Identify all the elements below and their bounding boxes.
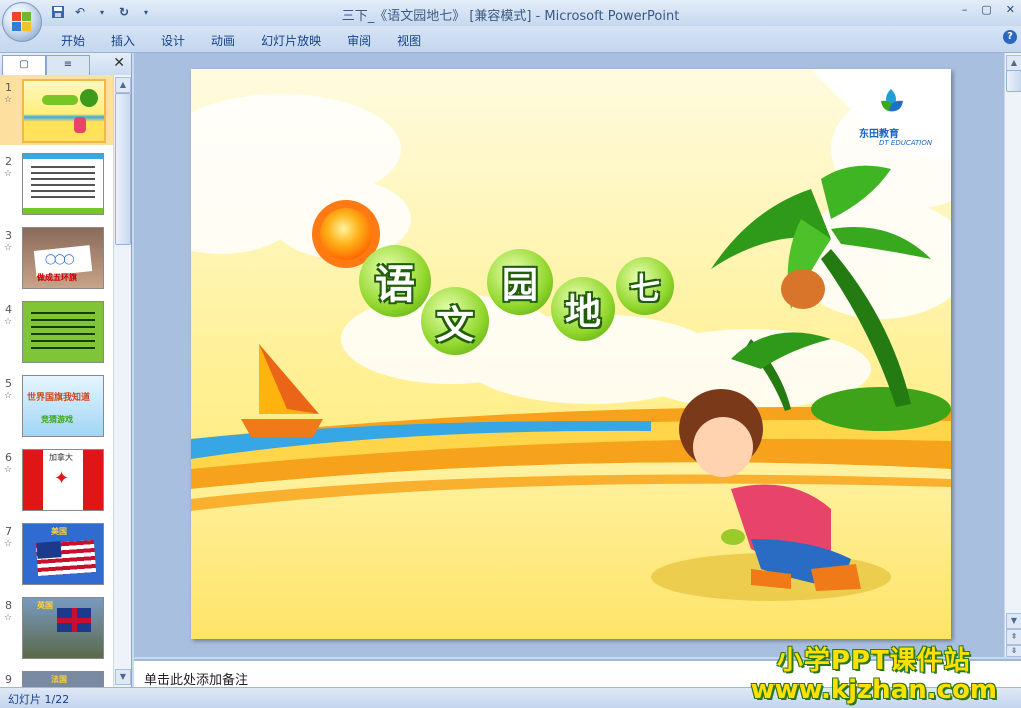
slide-thumbnail-2[interactable]: 2 ☆ bbox=[0, 149, 113, 219]
help-icon[interactable]: ? bbox=[1003, 30, 1017, 44]
title-char-5: 七 bbox=[616, 257, 674, 315]
tab-animations[interactable]: 动画 bbox=[198, 32, 248, 49]
watermark-title: 小学PPT课件站 bbox=[776, 646, 971, 676]
tab-outline[interactable]: ≡ bbox=[46, 55, 90, 75]
slide-thumbnail-9[interactable]: 9 法国 bbox=[0, 667, 113, 687]
tab-view[interactable]: 视图 bbox=[384, 32, 434, 49]
scroll-thumb[interactable] bbox=[115, 93, 131, 245]
slide-number: 1 bbox=[5, 81, 12, 94]
slide-canvas[interactable]: 语 文 园 地 七 东田教育 DT EDUCATION bbox=[191, 69, 951, 639]
animation-icon: ☆ bbox=[4, 243, 13, 253]
title-char-1: 语 bbox=[359, 245, 431, 317]
scroll-down-icon[interactable]: ▼ bbox=[1006, 613, 1021, 629]
tab-insert[interactable]: 插入 bbox=[98, 32, 148, 49]
slide-thumbnail-8[interactable]: 8 ☆ 英国 bbox=[0, 593, 113, 663]
tab-home[interactable]: 开始 bbox=[48, 32, 98, 49]
thumbnail-list: 1 ☆ 2 ☆ 3 ☆ ◯◯◯ 做成五环旗 4 ☆ 5 ☆ 世界国旗我知道 竞猜… bbox=[0, 75, 113, 687]
slide-thumbnail-1[interactable]: 1 ☆ bbox=[0, 75, 113, 145]
slides-pane: ▢ ≡ ✕ 1 ☆ 2 ☆ 3 ☆ ◯◯◯ 做成五环旗 4 ☆ 5 ☆ 世界国旗… bbox=[0, 53, 132, 687]
thumbnail-image bbox=[22, 301, 104, 363]
slide-thumbnail-5[interactable]: 5 ☆ 世界国旗我知道 竞猜游戏 bbox=[0, 371, 113, 441]
animation-icon: ☆ bbox=[4, 465, 13, 475]
thumb-caption: 竞猜游戏 bbox=[41, 415, 73, 424]
slide-number: 4 bbox=[5, 303, 12, 316]
notes-placeholder[interactable]: 单击此处添加备注 bbox=[144, 669, 248, 688]
slide-edit-area: 语 文 园 地 七 东田教育 DT EDUCATION bbox=[134, 53, 1004, 657]
thumb-caption: 加拿大 bbox=[49, 453, 73, 462]
slide-number: 3 bbox=[5, 229, 12, 242]
office-logo-icon bbox=[12, 12, 32, 32]
scroll-up-icon[interactable]: ▲ bbox=[115, 77, 131, 93]
pane-tabs: ▢ ≡ ✕ bbox=[0, 53, 131, 76]
previous-slide-icon[interactable]: ⇞ bbox=[1006, 629, 1021, 645]
animation-icon: ☆ bbox=[4, 539, 13, 549]
slide-number: 6 bbox=[5, 451, 12, 464]
thumb-caption: 做成五环旗 bbox=[37, 273, 77, 282]
ribbon-tabs: 开始 插入 设计 动画 幻灯片放映 审阅 视图 bbox=[48, 32, 434, 49]
thumbnail-scrollbar[interactable]: ▲ ▼ bbox=[113, 75, 131, 687]
thumb-caption: 美国 bbox=[51, 527, 67, 536]
logo-text: 东田教育 bbox=[859, 129, 899, 140]
animation-icon: ☆ bbox=[4, 95, 13, 105]
slide-thumbnail-6[interactable]: 6 ☆ 加拿大 ✦ bbox=[0, 445, 113, 515]
slide-artwork bbox=[191, 69, 951, 639]
slide-number: 7 bbox=[5, 525, 12, 538]
close-button[interactable]: ✕ bbox=[1006, 3, 1015, 16]
maximize-button[interactable]: ▢ bbox=[981, 3, 991, 16]
slide-scrollbar[interactable]: ▲ ▼ ⇞ ⇟ bbox=[1004, 53, 1021, 657]
watermark-url: www.kjzhan.com bbox=[750, 675, 997, 705]
thumbnail-image: 英国 bbox=[22, 597, 104, 659]
minimize-button[interactable]: – bbox=[962, 3, 968, 16]
scroll-thumb[interactable] bbox=[1006, 70, 1021, 92]
thumbnail-image: 加拿大 ✦ bbox=[22, 449, 104, 511]
tab-slides[interactable]: ▢ bbox=[2, 55, 46, 75]
olympic-rings-icon: ◯◯◯ bbox=[45, 254, 75, 265]
site-watermark: 小学PPT课件站 www.kjzhan.com bbox=[751, 640, 997, 703]
office-button[interactable] bbox=[2, 2, 42, 42]
thumbnail-image: ◯◯◯ 做成五环旗 bbox=[22, 227, 104, 289]
logo-subtext: DT EDUCATION bbox=[879, 139, 933, 147]
slide-number: 9 bbox=[5, 673, 12, 686]
ribbon-tab-bar: 开始 插入 设计 动画 幻灯片放映 审阅 视图 ? bbox=[0, 26, 1021, 53]
thumbnail-image: 美国 bbox=[22, 523, 104, 585]
slide-thumbnail-4[interactable]: 4 ☆ bbox=[0, 297, 113, 367]
animation-icon: ☆ bbox=[4, 391, 13, 401]
scroll-down-icon[interactable]: ▼ bbox=[115, 669, 131, 685]
title-char-2: 文 bbox=[421, 287, 489, 355]
slide-number: 5 bbox=[5, 377, 12, 390]
animation-icon: ☆ bbox=[4, 169, 13, 179]
tab-slideshow[interactable]: 幻灯片放映 bbox=[248, 32, 334, 49]
window-controls: – ▢ ✕ bbox=[962, 3, 1015, 16]
scroll-up-icon[interactable]: ▲ bbox=[1006, 55, 1021, 71]
title-bar: ↶ ▾ ↻ ▾ 三下_《语文园地七》 [兼容模式] - Microsoft Po… bbox=[0, 0, 1021, 26]
title-char-3: 园 bbox=[487, 249, 553, 315]
title-char-4: 地 bbox=[551, 277, 615, 341]
animation-icon: ☆ bbox=[4, 613, 13, 623]
maple-leaf-icon: ✦ bbox=[54, 468, 70, 489]
thumbnail-image: 世界国旗我知道 竞猜游戏 bbox=[22, 375, 104, 437]
tab-design[interactable]: 设计 bbox=[148, 32, 198, 49]
close-pane-icon[interactable]: ✕ bbox=[113, 55, 125, 71]
window-title: 三下_《语文园地七》 [兼容模式] - Microsoft PowerPoint bbox=[341, 9, 680, 24]
tab-review[interactable]: 审阅 bbox=[334, 32, 384, 49]
thumbnail-image bbox=[22, 153, 104, 215]
slide-thumbnail-3[interactable]: 3 ☆ ◯◯◯ 做成五环旗 bbox=[0, 223, 113, 293]
animation-icon: ☆ bbox=[4, 317, 13, 327]
next-slide-icon[interactable]: ⇟ bbox=[1006, 645, 1021, 657]
thumb-caption: 英国 bbox=[37, 601, 53, 610]
slide-counter: 幻灯片 1/22 bbox=[8, 693, 70, 706]
thumb-caption: 法国 bbox=[51, 675, 67, 684]
thumbnail-image: 法国 bbox=[22, 671, 104, 687]
slide-number: 2 bbox=[5, 155, 12, 168]
slide-number: 8 bbox=[5, 599, 12, 612]
thumb-caption: 世界国旗我知道 bbox=[27, 393, 91, 403]
slide-thumbnail-7[interactable]: 7 ☆ 美国 bbox=[0, 519, 113, 589]
thumbnail-image bbox=[22, 79, 106, 143]
